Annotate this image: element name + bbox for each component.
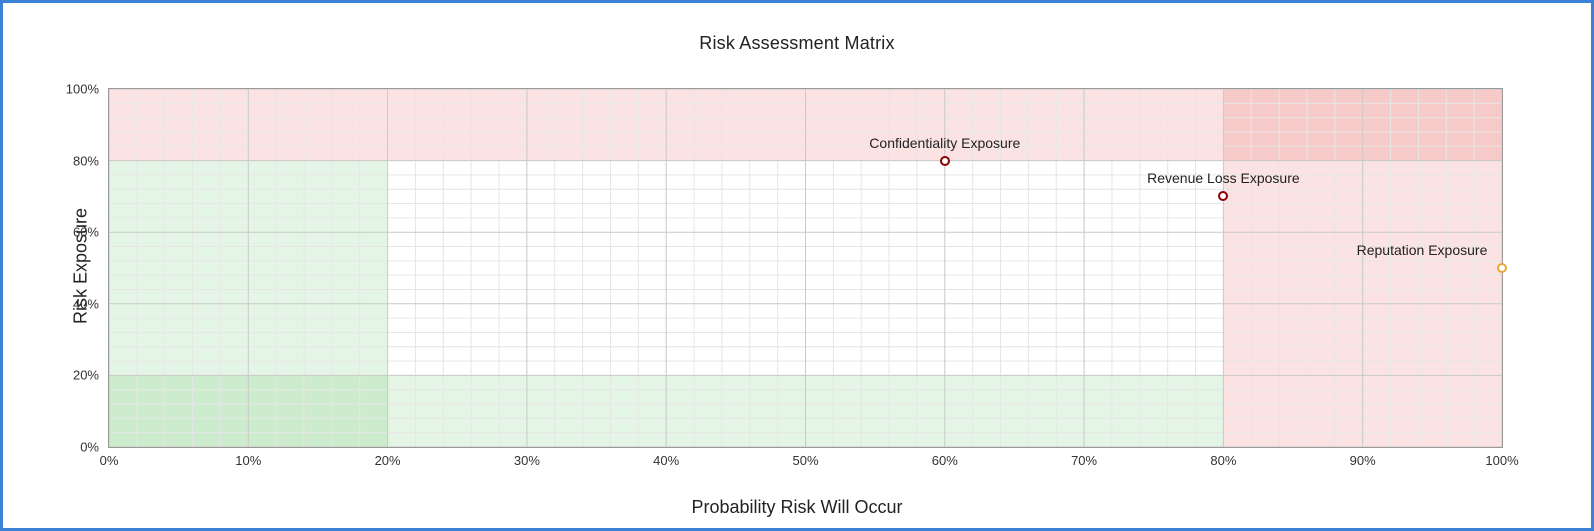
x-tick: 50% <box>792 453 818 468</box>
x-tick: 40% <box>653 453 679 468</box>
data-point-label: Revenue Loss Exposure <box>1147 170 1300 186</box>
data-point <box>1497 263 1507 273</box>
x-tick: 30% <box>514 453 540 468</box>
x-tick: 60% <box>932 453 958 468</box>
risk-zone-green <box>109 375 1223 447</box>
data-point <box>1218 191 1228 201</box>
plot-area: 0%10%20%30%40%50%60%70%80%90%100%0%20%40… <box>108 88 1503 448</box>
data-point-label: Reputation Exposure <box>1357 242 1488 258</box>
x-axis-label: Probability Risk Will Occur <box>3 497 1591 518</box>
y-tick: 80% <box>73 153 99 168</box>
x-tick: 20% <box>375 453 401 468</box>
chart-title: Risk Assessment Matrix <box>3 33 1591 54</box>
y-tick: 100% <box>66 82 99 97</box>
x-tick: 0% <box>100 453 119 468</box>
x-tick: 70% <box>1071 453 1097 468</box>
risk-zone-green <box>109 161 388 447</box>
risk-matrix-chart: Risk Assessment Matrix Risk Exposure 0%1… <box>0 0 1594 531</box>
y-tick: 20% <box>73 368 99 383</box>
y-tick: 40% <box>73 296 99 311</box>
risk-zone-red <box>1223 89 1502 447</box>
x-tick: 80% <box>1210 453 1236 468</box>
x-tick: 10% <box>235 453 261 468</box>
y-tick: 60% <box>73 225 99 240</box>
risk-zone-red <box>109 89 1502 161</box>
data-point-label: Confidentiality Exposure <box>869 135 1020 151</box>
y-tick: 0% <box>80 440 99 455</box>
x-tick: 90% <box>1350 453 1376 468</box>
x-tick: 100% <box>1485 453 1518 468</box>
data-point <box>940 156 950 166</box>
